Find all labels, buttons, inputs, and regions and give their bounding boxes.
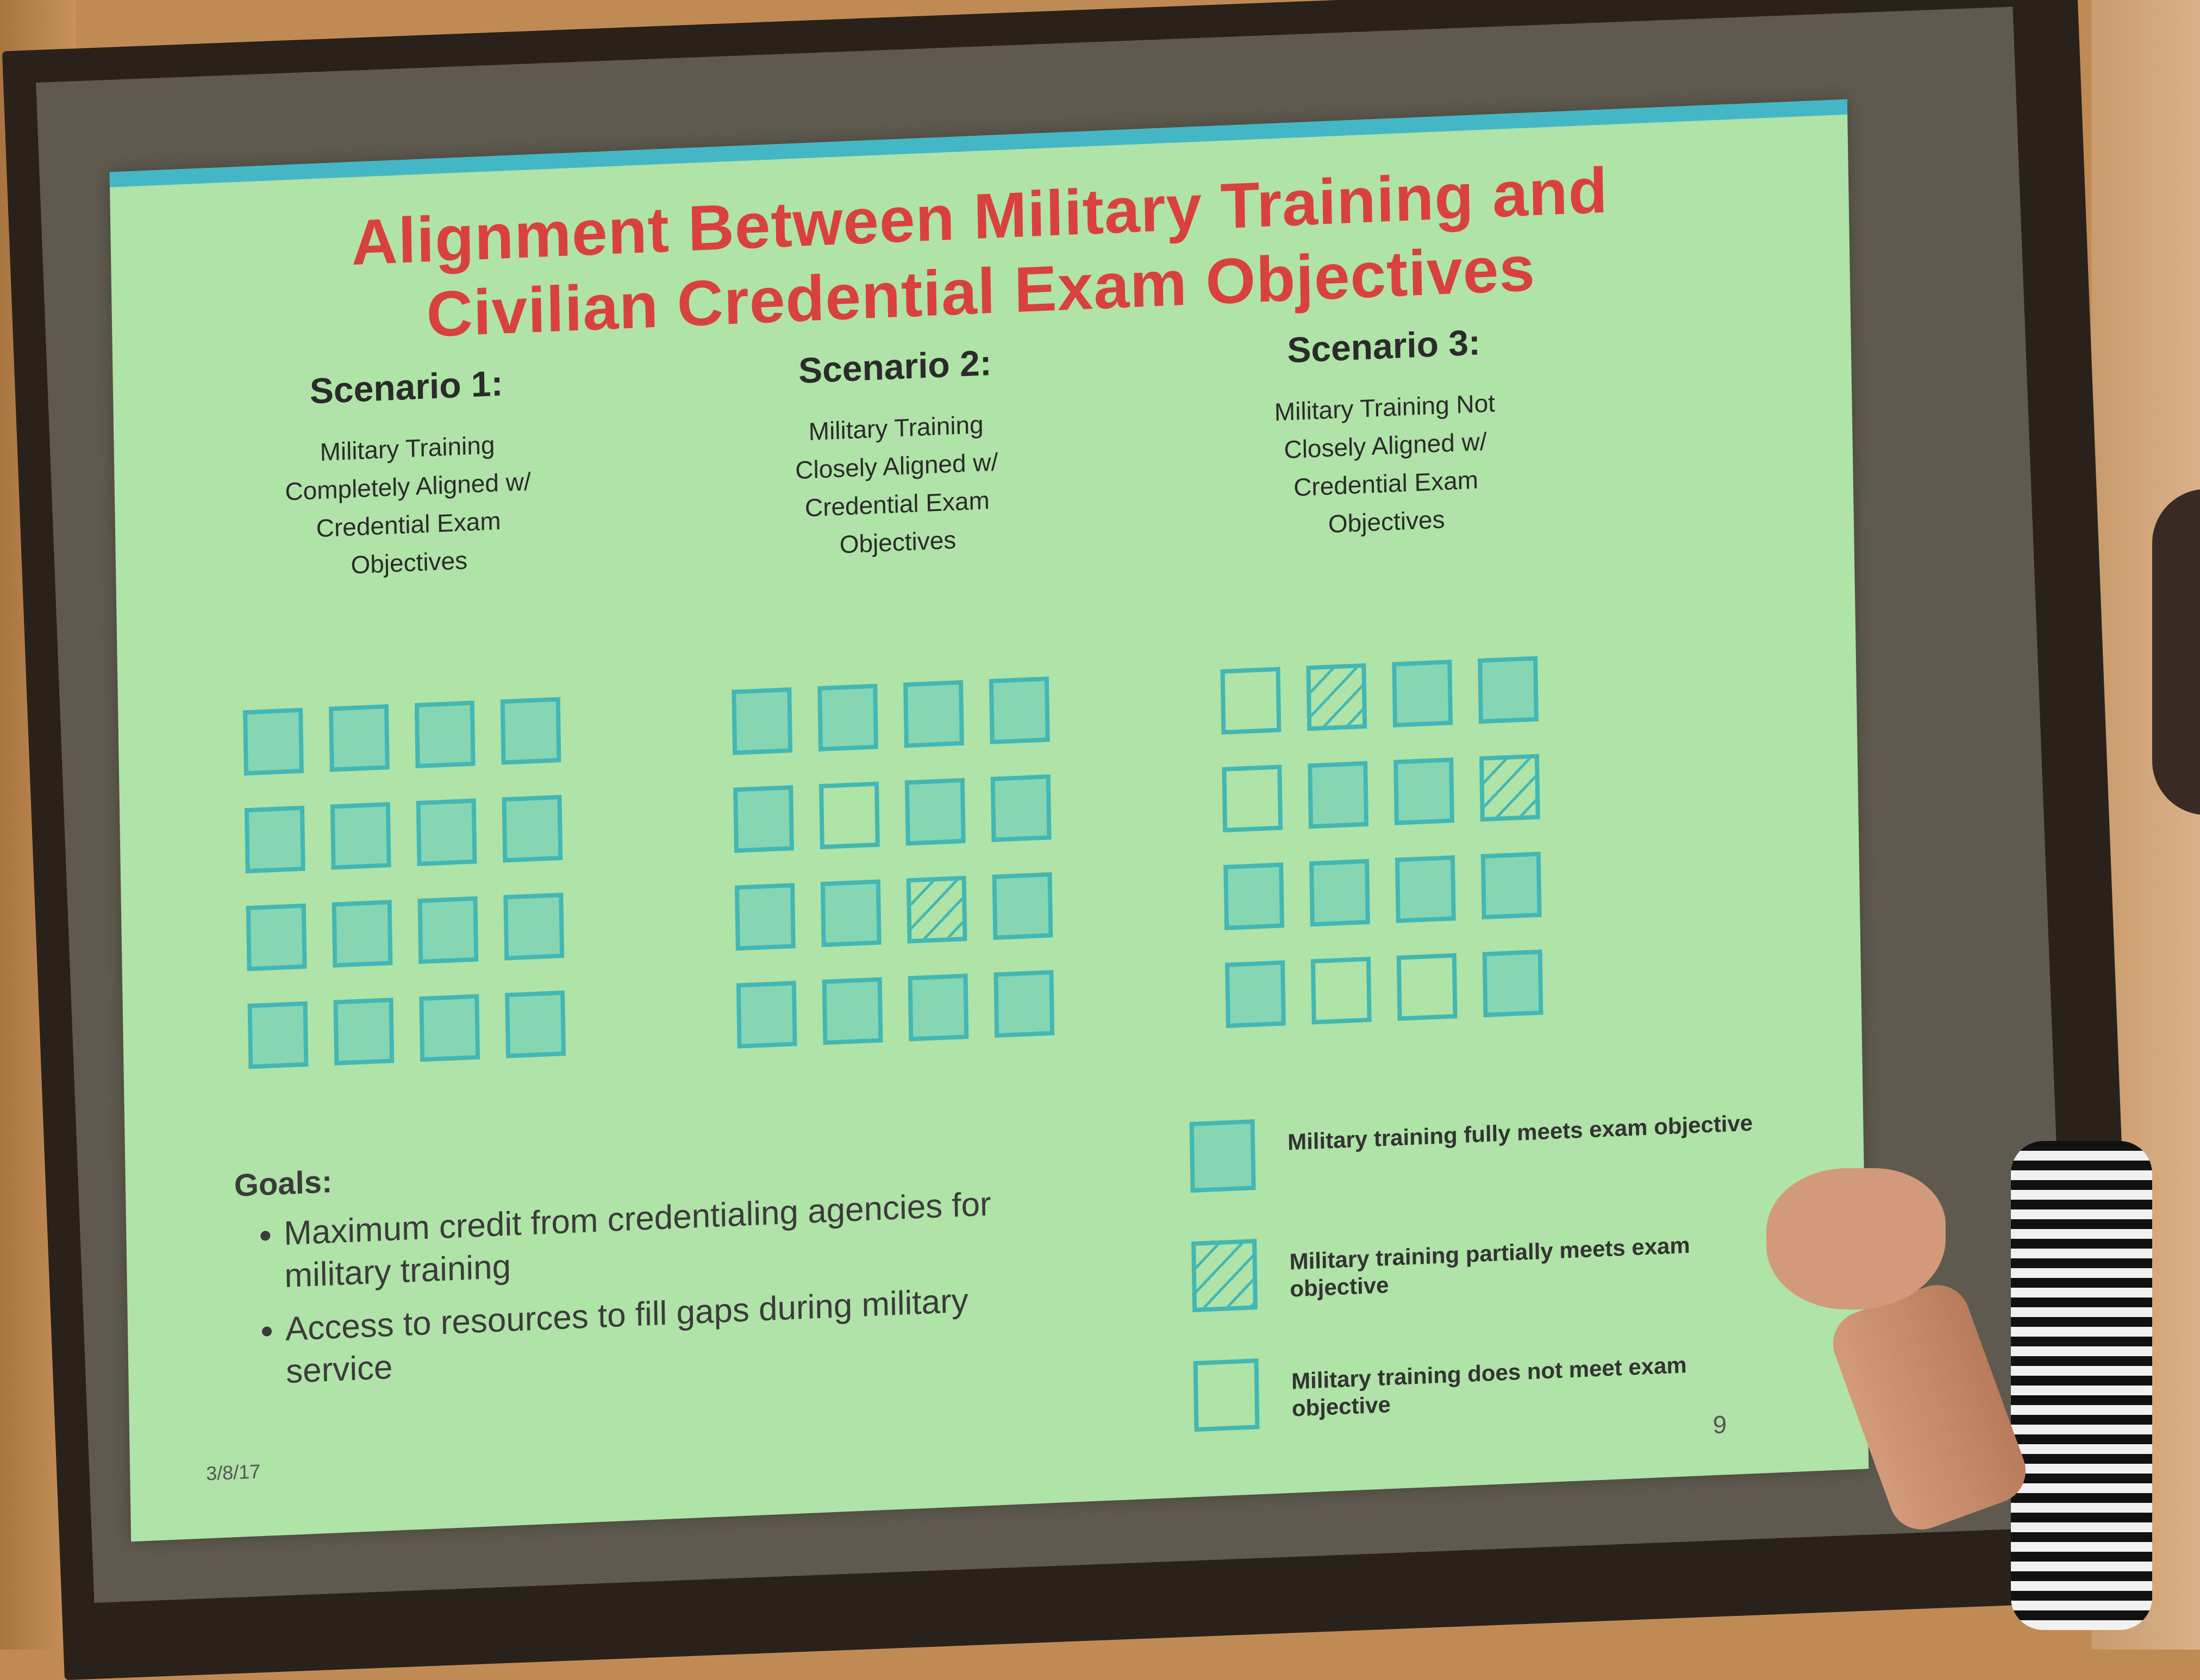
goals-item: Maximum credit from credentialing agenci… [284,1181,1051,1297]
scenario-title: Scenario 1: [309,362,504,411]
objective-cell-full [1480,851,1542,920]
objective-cell-full [247,1001,309,1069]
objective-cell-full [1392,660,1453,728]
objective-cell-partial [906,875,967,944]
objective-cell-full [1482,949,1543,1018]
scenario-title: Scenario 3: [1286,322,1481,371]
objective-cell-empty [819,781,880,850]
objective-cell-full [502,794,563,863]
slide-page-number: 9 [1712,1410,1727,1439]
objective-cell-full [505,990,566,1058]
legend-label: Military training does not meet exam obj… [1291,1352,1687,1421]
goals-list: Maximum credit from credentialing agenci… [235,1181,1052,1395]
goals-item: Access to resources to fill gaps during … [285,1276,1052,1393]
objective-cell-full [736,981,797,1049]
objective-cell-full [733,785,794,853]
objective-cell-full [243,707,304,776]
scenario-2: Scenario 2: Military Training Closely Al… [689,337,1105,570]
objective-cell-empty [1396,953,1458,1021]
objective-cell-full [989,676,1050,744]
legend-label: Military training fully meets exam objec… [1287,1109,1753,1155]
objective-cell-full [1395,855,1456,923]
objective-cell-partial [1479,754,1540,822]
objective-cell-full [990,774,1052,842]
objective-cell-full [908,973,969,1042]
slide-date: 3/8/17 [205,1460,261,1485]
objective-cell-full [419,994,480,1062]
objective-cell-full [244,805,305,874]
legend: Military training fully meets exam objec… [1189,1097,1792,1481]
legend-swatch-full [1189,1119,1256,1193]
objective-cell-full [904,778,966,846]
objective-cell-full [903,680,964,748]
objective-cell-full [503,892,565,961]
objective-cell-full [332,900,393,968]
presentation-slide: Alignment Between Military Training and … [109,99,1869,1542]
scenario-2-grid [732,676,1055,1049]
legend-item-partial: Military training partially meets exam o… [1191,1217,1790,1313]
objective-cell-empty [1310,956,1372,1025]
objective-cell-full [246,903,307,971]
objective-cell-full [416,798,477,867]
objective-cell-full [1309,858,1370,927]
legend-swatch-partial [1191,1239,1258,1313]
objective-cell-full [1393,757,1454,825]
objective-cell-full [1308,761,1369,829]
presenter-hand [1766,1168,1946,1309]
objective-cell-full [817,684,878,752]
objective-cell-full [732,687,793,755]
scenario-description: Military Training Completely Aligned w/ … [201,421,616,590]
legend-item-full: Military training fully meets exam objec… [1189,1097,1788,1193]
scenario-1: Scenario 1: Military Training Completely… [199,358,616,590]
objective-cell-full [992,872,1053,940]
scenario-3-grid [1220,656,1543,1029]
scenario-3: Scenario 3: Military Training Not Closel… [1177,317,1593,549]
scenario-description: Military Training Not Closely Aligned w/… [1178,380,1593,549]
scenario-1-grid [243,697,566,1069]
scenario-title: Scenario 2: [798,342,992,391]
objective-cell-full [333,998,395,1065]
objective-cell-full [1223,862,1284,931]
legend-item-empty: Military training does not meet exam obj… [1193,1336,1792,1432]
presenter-head [2152,489,2200,815]
objective-cell-full [414,700,476,769]
objective-cell-full [734,883,796,951]
objective-cell-full [820,879,882,948]
objective-cell-full [1225,960,1286,1029]
objective-cell-full [330,802,391,870]
legend-swatch-empty [1193,1358,1260,1432]
goals-section: Goals: Maximum credit from credentialing… [234,1133,1052,1406]
objective-cell-partial [1306,663,1367,731]
objective-cell-empty [1222,764,1283,833]
scenario-description: Military Training Closely Aligned w/ Cre… [689,400,1104,570]
objective-cell-full [822,977,883,1045]
legend-label: Military training partially meets exam o… [1289,1232,1690,1302]
objective-cell-full [1478,656,1539,724]
objective-cell-full [993,970,1055,1038]
objective-cell-full [328,704,390,772]
objective-cell-full [417,896,479,964]
objective-cell-empty [1220,667,1282,735]
presenter-sleeve [2011,1141,2152,1630]
objective-cell-full [500,697,561,765]
